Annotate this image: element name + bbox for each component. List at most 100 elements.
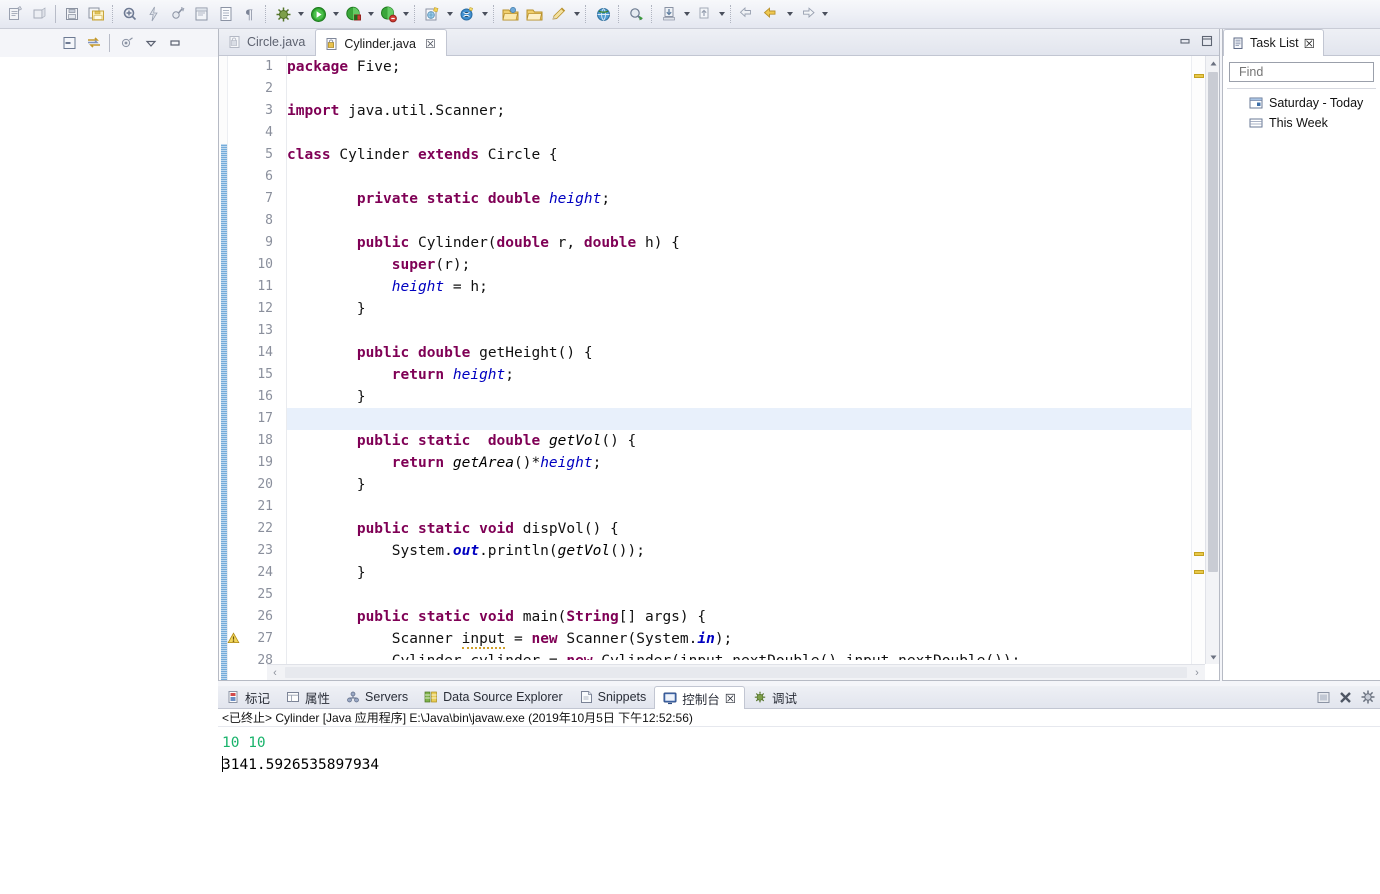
code-line[interactable]: super(r); — [287, 254, 1191, 276]
external-tools-dropdown-icon[interactable] — [365, 3, 376, 25]
open-task-icon[interactable] — [215, 3, 237, 25]
scroll-left-icon[interactable]: ‹ — [267, 665, 283, 680]
code-line[interactable]: Cylinder cylinder = new Cylinder(input.n… — [287, 650, 1191, 660]
warning-marker[interactable] — [1194, 570, 1204, 575]
link-with-editor-icon[interactable] — [60, 33, 80, 53]
folding-ruler[interactable] — [276, 56, 287, 680]
search-icon[interactable] — [625, 3, 647, 25]
search-input[interactable] — [1237, 64, 1380, 80]
code-line[interactable] — [287, 408, 1191, 430]
quick-fix-icon[interactable] — [143, 3, 165, 25]
code-line[interactable]: public static double getVol() { — [287, 430, 1191, 452]
code-line[interactable] — [287, 320, 1191, 342]
minimize-editor-button[interactable] — [1177, 33, 1193, 49]
download-dropdown-icon[interactable] — [681, 3, 692, 25]
edit-icon[interactable] — [548, 3, 570, 25]
close-icon[interactable]: ☒ — [725, 691, 736, 706]
previous-edit-dropdown-icon[interactable] — [784, 3, 795, 25]
bottom-tab-properties[interactable]: 属性 — [278, 686, 338, 708]
editor-tab-circle-java[interactable]: Circle.java — [219, 29, 315, 55]
open-folder-icon[interactable] — [500, 3, 522, 25]
close-icon[interactable]: ☒ — [1304, 36, 1315, 51]
new-annotation-icon[interactable] — [119, 3, 141, 25]
run-icon[interactable] — [307, 3, 329, 25]
code-line[interactable]: return height; — [287, 364, 1191, 386]
import-icon[interactable] — [524, 3, 546, 25]
warning-icon[interactable] — [227, 632, 240, 645]
code-line[interactable] — [287, 166, 1191, 188]
task-list-find-box[interactable] — [1229, 62, 1380, 82]
bottom-tab-console[interactable]: 控制台 ☒ — [654, 686, 746, 709]
code-line[interactable] — [287, 584, 1191, 606]
bottom-tab-datasource[interactable]: Data Source Explorer — [416, 686, 571, 708]
close-icon[interactable]: ☒ — [425, 38, 436, 50]
list-item[interactable]: This Week — [1223, 113, 1380, 133]
editor-horizontal-scrollbar[interactable]: ‹ › — [267, 664, 1205, 680]
console-options-button[interactable] — [1360, 689, 1376, 705]
save-icon[interactable] — [62, 3, 84, 25]
code-line[interactable]: Scanner input = new Scanner(System.in); — [287, 628, 1191, 650]
code-line[interactable]: class Cylinder extends Circle { — [287, 144, 1191, 166]
code-line[interactable] — [287, 496, 1191, 518]
bottom-tab-debug-view[interactable]: 调试 — [745, 686, 805, 708]
upload-icon[interactable] — [693, 3, 715, 25]
download-icon[interactable] — [658, 3, 680, 25]
previous-edit-icon[interactable] — [761, 3, 783, 25]
build-icon[interactable] — [167, 3, 189, 25]
source-code-area[interactable]: package Five; import java.util.Scanner; … — [287, 56, 1191, 664]
view-menu-icon[interactable] — [141, 33, 161, 53]
console-output[interactable]: 10 10 3141.5926535897934 — [218, 732, 1380, 894]
clear-console-button[interactable] — [1338, 690, 1353, 705]
code-line[interactable]: } — [287, 386, 1191, 408]
code-line[interactable]: } — [287, 474, 1191, 496]
editor-vertical-scrollbar[interactable] — [1205, 56, 1219, 664]
coverage-dropdown-icon[interactable] — [400, 3, 411, 25]
editor-body[interactable]: 1 2 3 4 5 6 7 8 9 10 11 12 13 14 15 16 17 18 19 20 21 22 23 24 2… — [219, 56, 1219, 680]
code-line[interactable] — [287, 122, 1191, 144]
code-line[interactable]: import java.util.Scanner; — [287, 100, 1191, 122]
list-item[interactable]: Saturday - Today — [1223, 93, 1380, 113]
scroll-right-icon[interactable]: › — [1189, 665, 1205, 680]
new-java-package-icon[interactable] — [29, 3, 51, 25]
focus-icon[interactable] — [117, 33, 137, 53]
display-selected-console-button[interactable] — [1316, 690, 1331, 705]
code-line[interactable]: height = h; — [287, 276, 1191, 298]
code-line[interactable] — [287, 78, 1191, 100]
new-java-class-icon[interactable] — [5, 3, 27, 25]
forward-dropdown-icon[interactable] — [819, 3, 830, 25]
editor-hscroll-thumb[interactable] — [285, 667, 1187, 678]
open-type-icon[interactable] — [191, 3, 213, 25]
code-line[interactable] — [287, 210, 1191, 232]
code-line[interactable]: public double getHeight() { — [287, 342, 1191, 364]
forward-icon[interactable] — [796, 3, 818, 25]
warning-marker[interactable] — [1194, 74, 1204, 79]
run-dropdown-icon[interactable] — [330, 3, 341, 25]
maximize-editor-button[interactable] — [1199, 33, 1215, 49]
code-line[interactable]: } — [287, 298, 1191, 320]
upload-dropdown-icon[interactable] — [716, 3, 727, 25]
code-line[interactable]: } — [287, 562, 1191, 584]
back-icon[interactable] — [737, 3, 759, 25]
bottom-tab-snippets[interactable]: Snippets — [571, 686, 655, 708]
code-line[interactable]: private static double height; — [287, 188, 1191, 210]
code-line[interactable]: package Five; — [287, 56, 1191, 78]
new-server-dropdown-icon[interactable] — [479, 3, 490, 25]
scroll-up-icon[interactable] — [1206, 56, 1219, 70]
minimize-view-icon[interactable] — [165, 33, 185, 53]
save-all-icon[interactable] — [86, 3, 108, 25]
edit-dropdown-icon[interactable] — [571, 3, 582, 25]
bottom-tab-markers[interactable]: 标记 — [218, 686, 278, 708]
code-line[interactable]: return getArea()*height; — [287, 452, 1191, 474]
tab-task-list[interactable]: Task List ☒ — [1223, 29, 1324, 56]
code-line[interactable]: System.out.println(getVol()); — [287, 540, 1191, 562]
run-external-tools-icon[interactable] — [342, 3, 364, 25]
code-line[interactable]: public static void dispVol() { — [287, 518, 1191, 540]
code-line[interactable]: public Cylinder(double r, double h) { — [287, 232, 1191, 254]
coverage-icon[interactable] — [377, 3, 399, 25]
new-web-project-icon[interactable] — [421, 3, 443, 25]
bottom-tab-servers[interactable]: Servers — [338, 686, 416, 708]
code-line[interactable]: public static void main(String[] args) { — [287, 606, 1191, 628]
editor-tab-cylinder-java[interactable]: Cylinder.java ☒ — [315, 29, 447, 56]
synchronize-icon[interactable] — [84, 33, 104, 53]
new-server-icon[interactable] — [456, 3, 478, 25]
